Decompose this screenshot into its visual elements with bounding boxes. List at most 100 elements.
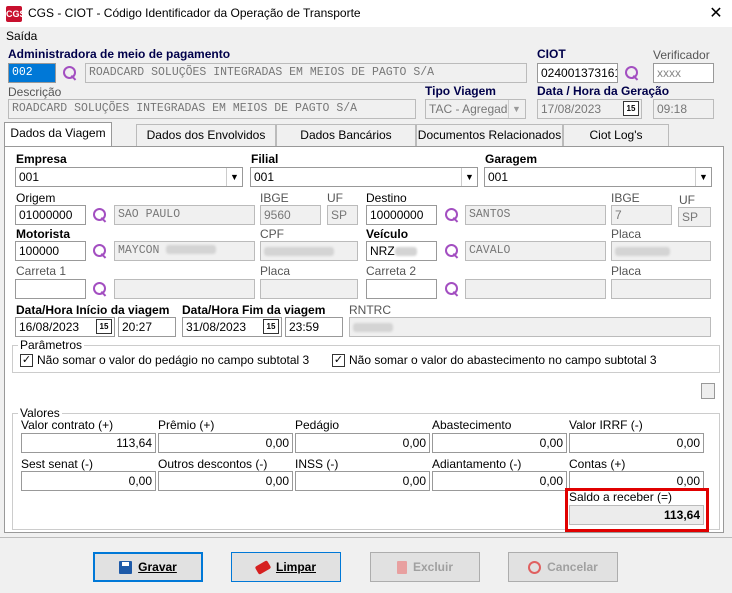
abastecimento-input[interactable]: 0,00	[432, 433, 567, 453]
contas-label: Contas (+)	[569, 457, 626, 471]
tab-dados-bancarios[interactable]: Dados Bancários	[276, 124, 416, 146]
chevron-down-icon[interactable]: ▼	[461, 168, 477, 186]
inicio-label: Data/Hora Início da viagem	[16, 303, 170, 317]
descricao-label: Descrição	[8, 85, 62, 99]
origem-label: Origem	[16, 191, 56, 205]
outros-input[interactable]: 0,00	[158, 471, 293, 491]
limpar-button[interactable]: Limpar	[231, 552, 341, 582]
verificador-label: Verificador	[653, 48, 710, 62]
veiculo-name-field: CAVALO	[465, 241, 606, 261]
data-geracao-time: 09:18	[653, 99, 714, 119]
checkbox-pedagio[interactable]: ✓	[20, 354, 33, 367]
excluir-button[interactable]: Excluir	[370, 552, 480, 582]
adiantamento-label: Adiantamento (-)	[432, 457, 522, 471]
sest-label: Sest senat (-)	[21, 457, 94, 471]
valor-contrato-label: Valor contrato (+)	[21, 418, 114, 432]
origem-input[interactable]: 01000000	[15, 205, 86, 225]
ciot-search-icon[interactable]	[624, 65, 640, 81]
motorista-label: Motorista	[16, 227, 70, 241]
origem-uf-label: UF	[327, 191, 343, 205]
save-icon	[119, 560, 133, 574]
destino-input[interactable]: 10000000	[366, 205, 437, 225]
data-geracao-label: Data / Hora da Geração	[537, 84, 670, 98]
carreta1-search-icon[interactable]	[92, 281, 108, 297]
origem-city-field: SAO PAULO	[114, 205, 255, 225]
veiculo-label: Veículo	[366, 227, 409, 241]
inss-input[interactable]: 0,00	[295, 471, 430, 491]
origem-search-icon[interactable]	[92, 207, 108, 223]
gravar-button[interactable]: Gravar	[93, 552, 203, 582]
inicio-time-input[interactable]: 20:27	[118, 317, 176, 337]
admin-search-icon[interactable]	[62, 65, 78, 81]
chevron-down-icon[interactable]: ▼	[226, 168, 242, 186]
origem-ibge-label: IBGE	[260, 191, 289, 205]
origem-ibge-field: 9560	[260, 205, 321, 225]
cpf-label: CPF	[260, 227, 284, 241]
destino-uf-field: SP	[678, 207, 711, 227]
motorista-search-icon[interactable]	[92, 243, 108, 259]
calendar-icon[interactable]: 15	[623, 101, 639, 116]
destino-ibge-field: 7	[611, 205, 672, 225]
ciot-input[interactable]: 024001373161	[537, 63, 618, 83]
filial-select[interactable]: 001	[250, 167, 478, 187]
admin-code-input[interactable]: 002	[8, 63, 56, 83]
carreta1-input[interactable]	[15, 279, 86, 299]
carreta2-label: Carreta 2	[366, 264, 417, 278]
descricao-field: ROADCARD SOLUÇÕES INTEGRADAS EM MEIOS DE…	[8, 99, 416, 119]
cpf-field	[260, 241, 358, 261]
carreta2-name-field	[465, 279, 606, 299]
sest-input[interactable]: 0,00	[21, 471, 156, 491]
pedagio-input[interactable]: 0,00	[295, 433, 430, 453]
rntrc-label: RNTRC	[349, 303, 391, 317]
tab-dados-viagem[interactable]: Dados da Viagem	[4, 122, 112, 146]
tab-ciot-logs[interactable]: Ciot Log's	[563, 124, 669, 146]
cancel-icon	[528, 560, 542, 574]
empresa-select[interactable]: 001	[15, 167, 243, 187]
destino-label: Destino	[366, 191, 407, 205]
close-icon[interactable]: ✕	[708, 3, 724, 23]
carreta2-placa-label: Placa	[611, 264, 642, 278]
motorista-input[interactable]: 100000	[15, 241, 86, 261]
destino-search-icon[interactable]	[444, 207, 460, 223]
carreta2-search-icon[interactable]	[444, 281, 460, 297]
calendar-icon[interactable]: 15	[263, 319, 279, 334]
tab-documentos[interactable]: Documentos Relacionados	[416, 124, 563, 146]
tipo-viagem-label: Tipo Viagem	[425, 84, 496, 98]
garagem-label: Garagem	[485, 152, 538, 166]
premio-label: Prêmio (+)	[158, 418, 215, 432]
veiculo-placa-field	[611, 241, 711, 261]
rntrc-field	[349, 317, 711, 337]
adiantamento-input[interactable]: 0,00	[432, 471, 567, 491]
garagem-select[interactable]: 001	[484, 167, 712, 187]
checkbox-abastecimento[interactable]: ✓	[332, 354, 345, 367]
chevron-down-icon[interactable]: ▼	[695, 168, 711, 186]
destino-ibge-label: IBGE	[611, 191, 640, 205]
abastecimento-label: Abastecimento	[432, 418, 512, 432]
menu-saida[interactable]: Saída	[6, 29, 37, 43]
admin-label: Administradora de meio de pagamento	[8, 47, 231, 61]
valor-contrato-input[interactable]: 113,64	[21, 433, 156, 453]
veiculo-placa-label: Placa	[611, 227, 642, 241]
veiculo-input[interactable]: NRZ	[366, 241, 437, 261]
pedagio-label: Pedágio	[295, 418, 340, 432]
carreta2-placa-field	[611, 279, 711, 299]
cancelar-button[interactable]: Cancelar	[508, 552, 618, 582]
carreta1-label: Carreta 1	[16, 264, 67, 278]
verificador-input[interactable]: xxxx	[653, 63, 714, 83]
premio-input[interactable]: 0,00	[158, 433, 293, 453]
document-icon[interactable]	[701, 383, 715, 399]
opt-pedagio-label: Não somar o valor do pedágio no campo su…	[37, 353, 310, 367]
fim-label: Data/Hora Fim da viagem	[182, 303, 326, 317]
veiculo-search-icon[interactable]	[444, 243, 460, 259]
irrf-input[interactable]: 0,00	[569, 433, 704, 453]
divider	[0, 537, 732, 538]
inss-label: INSS (-)	[295, 457, 339, 471]
tab-dados-envolvidos[interactable]: Dados dos Envolvidos	[136, 124, 276, 146]
carreta2-input[interactable]	[366, 279, 437, 299]
origem-uf-field: SP	[327, 205, 358, 225]
outros-label: Outros descontos (-)	[158, 457, 268, 471]
calendar-icon[interactable]: 15	[96, 319, 112, 334]
window-title: CGS - CIOT - Código Identificador da Ope…	[28, 6, 361, 20]
fim-time-input[interactable]: 23:59	[285, 317, 343, 337]
chevron-down-icon[interactable]: ▼	[508, 100, 524, 118]
